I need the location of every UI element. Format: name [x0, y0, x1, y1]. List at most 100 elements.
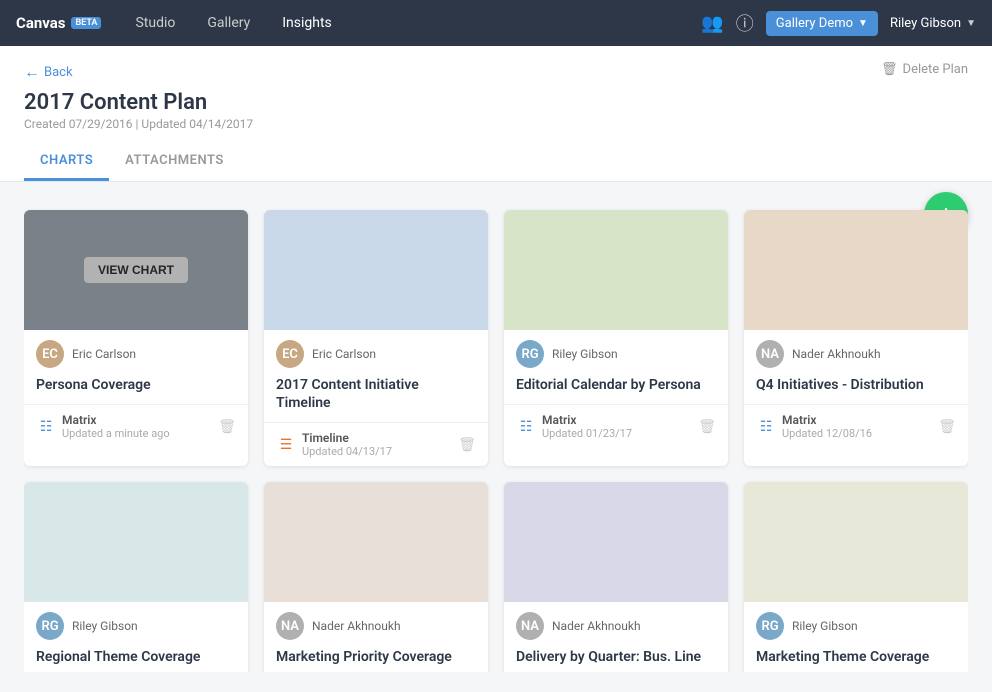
- content-area: + VIEW CHART EC Eric Carlson Persona Cov…: [0, 182, 992, 692]
- card-preview: [744, 210, 968, 330]
- nav-insights[interactable]: Insights: [268, 0, 346, 46]
- workspace-label: Gallery Demo: [776, 16, 853, 31]
- card-author: Nader Akhnoukh: [552, 619, 641, 633]
- card-footer: ☷ Matrix Updated a minute ago 🗑: [24, 404, 248, 448]
- card-preview: [24, 482, 248, 602]
- card-title: Regional Theme Coverage: [24, 646, 248, 672]
- nav-gallery[interactable]: Gallery: [193, 0, 264, 46]
- cards-scroll-area: VIEW CHART EC Eric Carlson Persona Cover…: [24, 202, 968, 672]
- back-arrow-icon: ←: [24, 62, 40, 82]
- card-title: Delivery by Quarter: Bus. Line: [504, 646, 728, 672]
- card-author: Nader Akhnoukh: [312, 619, 401, 633]
- user-name: Riley Gibson: [890, 16, 961, 31]
- card-title: Persona Coverage: [24, 374, 248, 404]
- delete-card-button[interactable]: 🗑: [698, 419, 716, 435]
- delete-card-button[interactable]: 🗑: [458, 437, 476, 453]
- cards-grid: VIEW CHART EC Eric Carlson Persona Cover…: [24, 210, 968, 672]
- card-preview: [264, 482, 488, 602]
- card-preview: [504, 210, 728, 330]
- author-avatar: RG: [36, 612, 64, 640]
- chart-type-icon: ☷: [36, 417, 56, 437]
- view-chart-button[interactable]: VIEW CHART: [84, 257, 188, 283]
- author-avatar: EC: [36, 340, 64, 368]
- card-author: Riley Gibson: [792, 619, 858, 633]
- user-chevron-icon: ▼: [966, 18, 976, 29]
- card-type-label: Matrix: [542, 413, 632, 427]
- card-author: Nader Akhnoukh: [792, 347, 881, 361]
- info-icon[interactable]: ⓘ: [736, 10, 754, 36]
- card-updated: Updated 04/13/17: [302, 445, 392, 458]
- card-footer: ☰ Timeline Updated 04/13/17 🗑: [264, 422, 488, 466]
- card-item[interactable]: NA Nader Akhnoukh Delivery by Quarter: B…: [504, 482, 728, 672]
- card-header: NA Nader Akhnoukh: [744, 330, 968, 374]
- card-updated: Updated 01/23/17: [542, 427, 632, 440]
- card-header: EC Eric Carlson: [24, 330, 248, 374]
- tab-attachments[interactable]: ATTACHMENTS: [109, 143, 240, 181]
- beta-badge: BETA: [71, 17, 101, 29]
- card-meta: ☰ Timeline Updated 04/13/17: [276, 431, 392, 458]
- card-item[interactable]: RG Riley Gibson Regional Theme Coverage …: [24, 482, 248, 672]
- card-type-label: Matrix: [782, 413, 872, 427]
- page-title: 2017 Content Plan: [24, 90, 253, 115]
- chart-type-icon: ☷: [756, 417, 776, 437]
- card-meta: ☷ Matrix Updated 01/23/17: [516, 413, 632, 440]
- delete-card-button[interactable]: 🗑: [218, 419, 236, 435]
- card-updated: Updated a minute ago: [62, 427, 170, 440]
- author-avatar: RG: [756, 612, 784, 640]
- card-author: Eric Carlson: [72, 347, 136, 361]
- tab-charts[interactable]: CHARTS: [24, 143, 109, 181]
- card-title: Marketing Priority Coverage: [264, 646, 488, 672]
- card-footer: ☷ Matrix Updated 12/08/16 🗑: [744, 404, 968, 448]
- card-header: RG Riley Gibson: [744, 602, 968, 646]
- workspace-dropdown[interactable]: Gallery Demo ▼: [766, 11, 878, 36]
- group-icon[interactable]: 👥: [701, 13, 723, 34]
- back-link[interactable]: ← Back: [24, 62, 253, 82]
- brand-logo[interactable]: Canvas BETA: [16, 14, 101, 32]
- card-meta: ☷ Matrix Updated 12/08/16: [756, 413, 872, 440]
- card-header: RG Riley Gibson: [504, 330, 728, 374]
- card-item[interactable]: EC Eric Carlson 2017 Content Initiative …: [264, 210, 488, 466]
- card-author: Riley Gibson: [552, 347, 618, 361]
- nav-right: 👥 ⓘ Gallery Demo ▼ Riley Gibson ▼: [701, 10, 976, 36]
- top-nav: Canvas BETA Studio Gallery Insights 👥 ⓘ …: [0, 0, 992, 46]
- card-type-label: Matrix: [62, 413, 170, 427]
- trash-icon: 🗑: [881, 62, 898, 77]
- author-avatar: NA: [756, 340, 784, 368]
- card-header: EC Eric Carlson: [264, 330, 488, 374]
- card-item[interactable]: RG Riley Gibson Editorial Calendar by Pe…: [504, 210, 728, 466]
- chevron-down-icon: ▼: [858, 18, 868, 29]
- card-title: Q4 Initiatives - Distribution: [744, 374, 968, 404]
- card-preview: [264, 210, 488, 330]
- card-header: NA Nader Akhnoukh: [264, 602, 488, 646]
- card-preview: [504, 482, 728, 602]
- back-label: Back: [44, 65, 73, 80]
- card-footer: ☷ Matrix Updated 01/23/17 🗑: [504, 404, 728, 448]
- brand-name: Canvas: [16, 14, 65, 32]
- page-subtitle: Created 07/29/2016 | Updated 04/14/2017: [24, 117, 253, 131]
- card-type-label: Timeline: [302, 431, 392, 445]
- card-item[interactable]: RG Riley Gibson Marketing Theme Coverage…: [744, 482, 968, 672]
- card-header: RG Riley Gibson: [24, 602, 248, 646]
- chart-type-icon: ☷: [516, 417, 536, 437]
- card-title: Editorial Calendar by Persona: [504, 374, 728, 404]
- card-updated: Updated 12/08/16: [782, 427, 872, 440]
- card-preview: VIEW CHART: [24, 210, 248, 330]
- delete-plan-button[interactable]: 🗑 Delete Plan: [881, 62, 968, 93]
- card-item[interactable]: NA Nader Akhnoukh Marketing Priority Cov…: [264, 482, 488, 672]
- card-meta: ☷ Matrix Updated a minute ago: [36, 413, 170, 440]
- nav-studio[interactable]: Studio: [121, 0, 189, 46]
- delete-card-button[interactable]: 🗑: [938, 419, 956, 435]
- chart-type-icon: ☰: [276, 435, 296, 455]
- nav-links: Studio Gallery Insights: [121, 0, 701, 46]
- author-avatar: NA: [516, 612, 544, 640]
- card-item[interactable]: VIEW CHART EC Eric Carlson Persona Cover…: [24, 210, 248, 466]
- tabs-bar: CHARTS ATTACHMENTS: [24, 143, 968, 181]
- author-avatar: EC: [276, 340, 304, 368]
- card-item[interactable]: NA Nader Akhnoukh Q4 Initiatives - Distr…: [744, 210, 968, 466]
- card-title: 2017 Content Initiative Timeline: [264, 374, 488, 422]
- card-title: Marketing Theme Coverage: [744, 646, 968, 672]
- user-menu[interactable]: Riley Gibson ▼: [890, 16, 976, 31]
- page-header: ← Back 2017 Content Plan Created 07/29/2…: [0, 46, 992, 182]
- author-avatar: NA: [276, 612, 304, 640]
- card-preview: [744, 482, 968, 602]
